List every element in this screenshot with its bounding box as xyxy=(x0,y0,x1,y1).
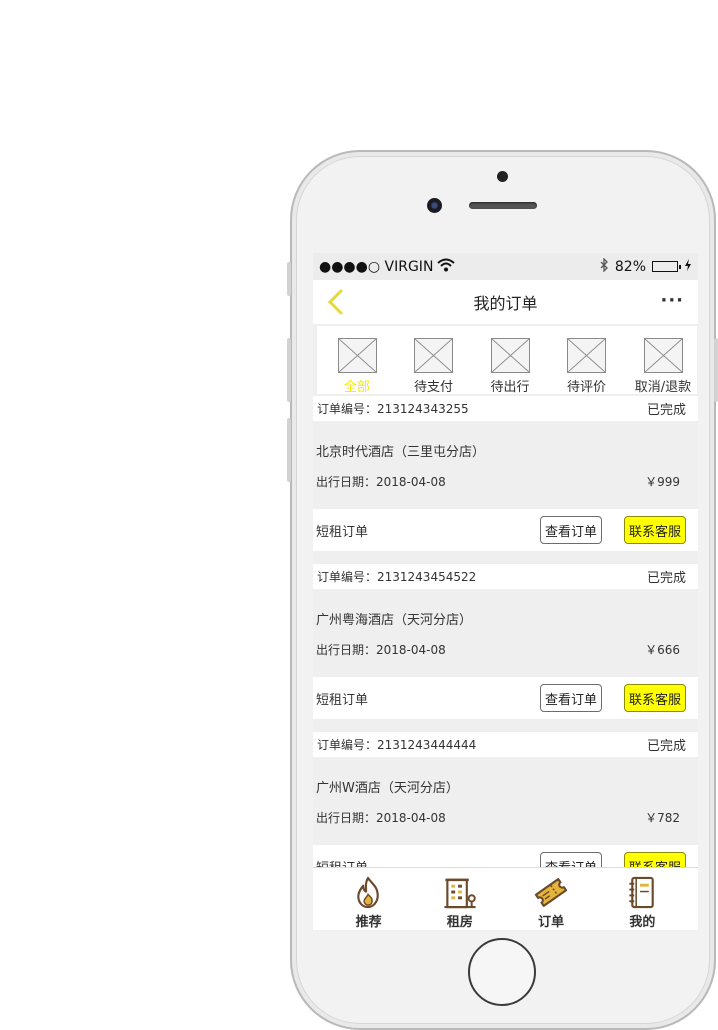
page-title: 我的订单 xyxy=(473,294,538,313)
tab-pending-review[interactable]: 待评价 xyxy=(555,326,619,395)
home-button[interactable] xyxy=(468,938,536,1006)
order-type: 短租订单 xyxy=(316,692,369,708)
tab-label: 待支付 xyxy=(413,380,453,395)
order-body[interactable]: 北京时代酒店（三里屯分店） 出行日期：2018-04-08 ￥999 xyxy=(313,421,698,509)
order-number: 订单编号：2131243444444 xyxy=(317,738,477,752)
placeholder-image-icon xyxy=(414,338,453,373)
carrier-label: ●●●●○ VIRGIN xyxy=(319,258,434,275)
power-button xyxy=(714,338,718,402)
order-card: 订单编号：2131243444444 已完成 广州W酒店（天河分店） 出行日期：… xyxy=(313,732,698,867)
order-body[interactable]: 广州粤海酒店（天河分店） 出行日期：2018-04-08 ￥666 xyxy=(313,589,698,677)
order-number: 订单编号：213124343255 xyxy=(317,402,469,416)
order-footer: 短租订单 查看订单 联系客服 xyxy=(313,677,698,719)
battery-percent: 82% xyxy=(614,258,646,275)
tabbar-item-recommend[interactable]: 推荐 xyxy=(339,868,399,930)
order-status: 已完成 xyxy=(646,571,686,586)
order-footer: 短租订单 查看订单 联系客服 xyxy=(313,509,698,551)
order-type: 短租订单 xyxy=(316,524,369,540)
front-camera xyxy=(427,198,442,213)
order-filter-tabs: 全部 待支付 待出行 待评价 取消/退款 xyxy=(317,326,697,395)
order-status: 已完成 xyxy=(646,739,686,754)
flame-icon xyxy=(356,876,379,909)
order-price: ￥999 xyxy=(645,475,680,489)
tab-label: 取消/退款 xyxy=(634,380,692,395)
more-button[interactable]: ··· xyxy=(660,290,684,311)
order-body[interactable]: 广州W酒店（天河分店） 出行日期：2018-04-08 ￥782 xyxy=(313,757,698,845)
bluetooth-icon xyxy=(599,256,609,276)
earpiece-speaker xyxy=(469,202,537,209)
tabbar-label: 我的 xyxy=(629,915,656,930)
charging-icon xyxy=(684,258,692,275)
tabbar-item-mine[interactable]: 我的 xyxy=(612,868,672,930)
tabbar-item-rent[interactable]: 租房 xyxy=(430,868,490,930)
building-icon xyxy=(444,878,476,909)
volume-up-button xyxy=(287,338,291,402)
contact-service-button[interactable]: 联系客服 xyxy=(623,852,686,867)
mute-switch xyxy=(287,262,291,296)
tab-pending-payment[interactable]: 待支付 xyxy=(402,326,466,395)
view-order-button[interactable]: 查看订单 xyxy=(539,852,602,867)
placeholder-image-icon xyxy=(643,338,683,373)
hotel-name: 广州粤海酒店（天河分店） xyxy=(316,613,473,628)
hotel-name: 广州W酒店（天河分店） xyxy=(316,781,459,796)
travel-date: 出行日期：2018-04-08 xyxy=(316,643,446,657)
travel-date: 出行日期：2018-04-08 xyxy=(316,811,446,825)
view-order-button[interactable]: 查看订单 xyxy=(539,516,602,544)
tab-label: 全部 xyxy=(343,380,370,395)
view-order-button[interactable]: 查看订单 xyxy=(539,684,602,712)
placeholder-image-icon xyxy=(567,338,606,373)
order-footer: 短租订单 查看订单 联系客服 xyxy=(313,845,698,867)
tabbar-label: 推荐 xyxy=(355,915,382,930)
travel-date: 出行日期：2018-04-08 xyxy=(316,475,446,489)
hotel-name: 北京时代酒店（三里屯分店） xyxy=(316,445,486,460)
order-type: 短租订单 xyxy=(316,857,368,868)
wifi-icon xyxy=(437,258,456,276)
contact-service-button[interactable]: 联系客服 xyxy=(623,516,686,544)
status-bar: ●●●●○ VIRGIN 82% xyxy=(313,253,698,280)
order-status: 已完成 xyxy=(646,403,686,418)
tab-pending-travel[interactable]: 待出行 xyxy=(478,326,542,395)
screen: ●●●●○ VIRGIN 82% 我的订单 ··· 全部 待支付 待出行 待评价… xyxy=(313,253,698,930)
ticket-icon xyxy=(535,878,568,907)
tabbar-label: 订单 xyxy=(538,915,565,930)
contact-service-button[interactable]: 联系客服 xyxy=(623,684,686,712)
order-card: 订单编号：2131243454522 已完成 广州粤海酒店（天河分店） 出行日期… xyxy=(313,564,698,732)
battery-icon xyxy=(652,261,681,272)
proximity-sensor xyxy=(497,171,508,182)
tab-cancel-refund[interactable]: 取消/退款 xyxy=(631,326,695,395)
volume-down-button xyxy=(287,418,291,482)
order-header: 订单编号：2131243444444 已完成 xyxy=(313,732,698,757)
placeholder-image-icon xyxy=(490,338,530,373)
order-price: ￥782 xyxy=(645,811,680,825)
order-card: 订单编号：213124343255 已完成 北京时代酒店（三里屯分店） 出行日期… xyxy=(313,396,698,564)
notebook-icon xyxy=(629,876,655,909)
order-number: 订单编号：2131243454522 xyxy=(317,570,477,584)
tabbar-label: 租房 xyxy=(446,915,473,930)
nav-bar: 我的订单 ··· xyxy=(313,280,698,324)
placeholder-image-icon xyxy=(337,338,377,373)
tab-label: 待出行 xyxy=(490,380,530,395)
order-header: 订单编号：2131243454522 已完成 xyxy=(313,564,698,589)
order-header: 订单编号：213124343255 已完成 xyxy=(313,396,698,421)
tab-all[interactable]: 全部 xyxy=(325,326,389,395)
back-arrow-icon[interactable] xyxy=(323,288,351,316)
bottom-tab-bar: 推荐 租房 订单 我的 xyxy=(313,867,698,930)
order-list[interactable]: 订单编号：213124343255 已完成 北京时代酒店（三里屯分店） 出行日期… xyxy=(313,396,698,867)
tab-label: 待评价 xyxy=(566,380,606,395)
order-price: ￥666 xyxy=(645,643,680,657)
tabbar-item-orders[interactable]: 订单 xyxy=(521,868,581,930)
